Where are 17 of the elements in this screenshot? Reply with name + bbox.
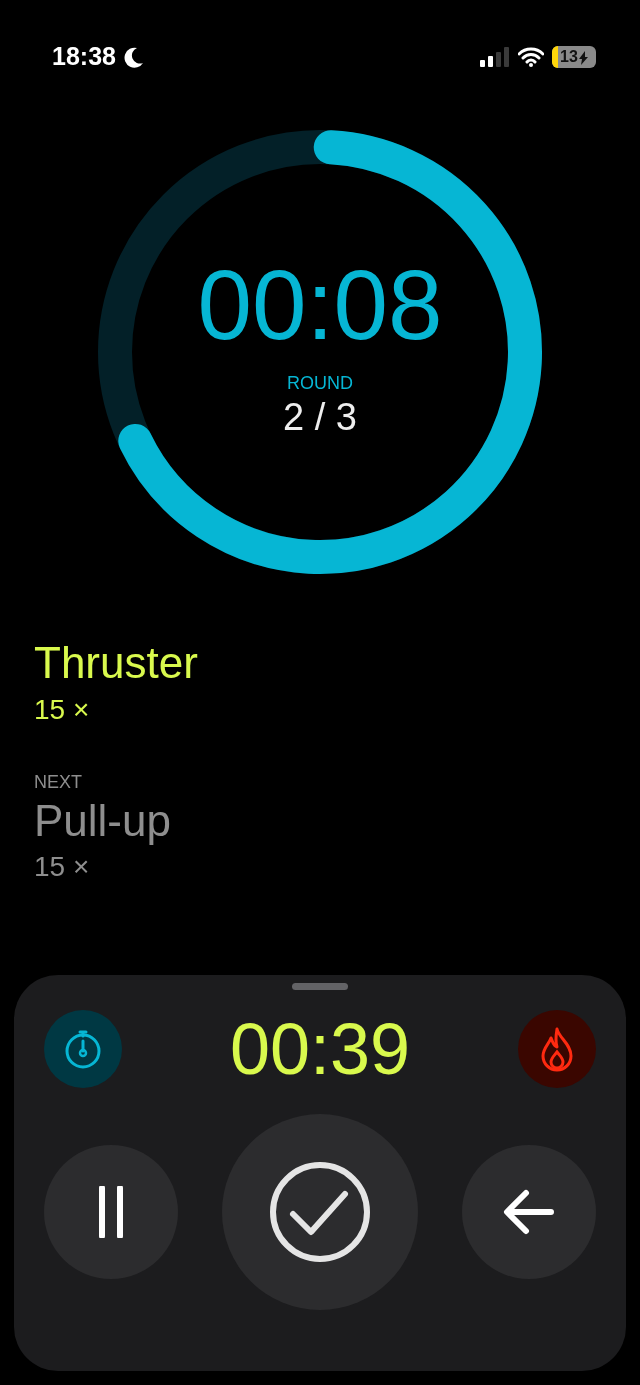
check-circle-icon [268,1160,372,1264]
drag-handle[interactable] [292,983,348,990]
rep-count: 15 × [34,850,91,885]
countdown-time: 00:08 [197,255,443,354]
round-label: ROUND [287,371,353,395]
rep-count: 15 × [34,692,91,727]
total-time: 00:39 [229,1013,411,1085]
wifi-icon [518,47,544,67]
signal-icon [480,47,510,67]
back-arrow-icon [503,1189,555,1235]
battery-level-fill [552,46,558,68]
next-exercise-name: Pull-up [34,795,172,847]
exercise-name: Thruster [34,638,199,689]
next-label: NEXT [34,770,83,794]
round-count: 2 / 3 [283,396,357,439]
battery-percentage: 13 [560,46,588,68]
status-time: 18:38 [52,41,116,73]
